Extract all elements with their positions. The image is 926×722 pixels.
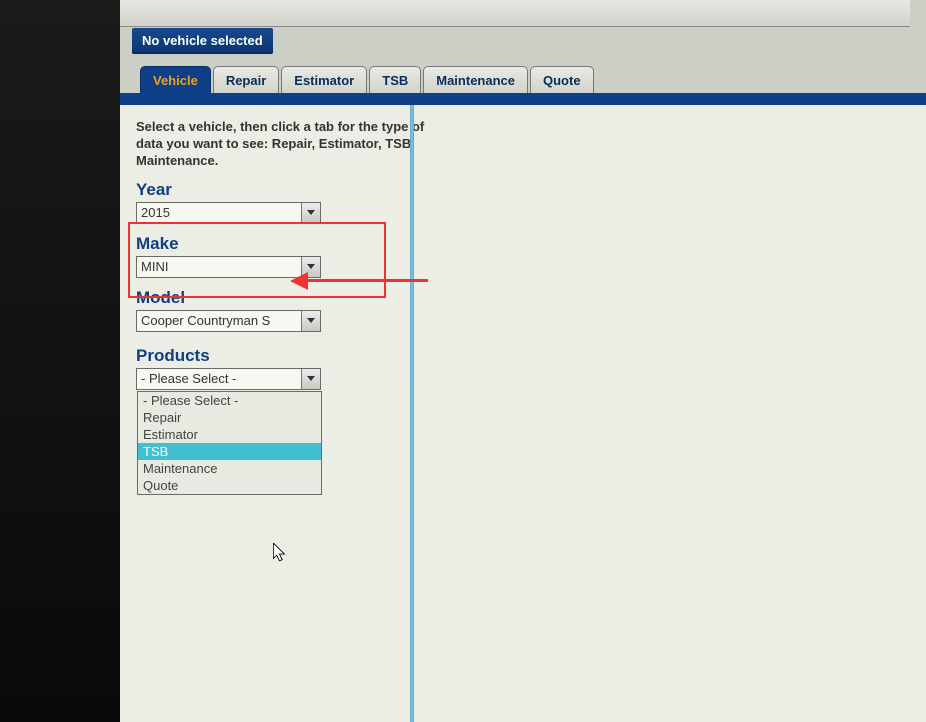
model-label: Model [136,288,426,308]
content: Select a vehicle, then click a tab for t… [120,105,926,722]
products-value: - Please Select - [137,371,301,386]
vehicle-selector-panel: Select a vehicle, then click a tab for t… [120,105,442,722]
main-tabs: Vehicle Repair Estimator TSB Maintenance… [140,60,594,94]
make-group: Make MINI [136,234,426,278]
chevron-down-icon [301,257,320,277]
instructions-text: Select a vehicle, then click a tab for t… [136,119,426,170]
chevron-down-icon [301,311,320,331]
products-option[interactable]: Maintenance [138,460,321,477]
products-option[interactable]: - Please Select - [138,392,321,409]
tab-tsb[interactable]: TSB [369,66,421,94]
make-value: MINI [137,259,301,274]
year-select[interactable]: 2015 [136,202,321,224]
pane-divider[interactable] [410,105,414,722]
model-group: Model Cooper Countryman S [136,288,426,332]
products-select[interactable]: - Please Select - - Please Select - Repa… [136,368,321,390]
make-label: Make [136,234,426,254]
products-option[interactable]: Estimator [138,426,321,443]
year-group: Year 2015 [136,180,426,224]
tab-estimator[interactable]: Estimator [281,66,367,94]
year-value: 2015 [137,205,301,220]
toolbar [120,0,910,27]
tab-quote[interactable]: Quote [530,66,594,94]
tab-maintenance[interactable]: Maintenance [423,66,528,94]
chevron-down-icon [301,203,320,223]
products-dropdown[interactable]: - Please Select - Repair Estimator TSB M… [137,391,322,495]
products-group: Products - Please Select - - Please Sele… [136,346,426,390]
vehicle-status: No vehicle selected [132,28,273,54]
photo-edge [0,0,120,722]
products-option[interactable]: Repair [138,409,321,426]
tab-underbar [120,93,926,105]
model-value: Cooper Countryman S [137,313,301,328]
products-option[interactable]: Quote [138,477,321,494]
tab-vehicle[interactable]: Vehicle [140,66,211,94]
model-select[interactable]: Cooper Countryman S [136,310,321,332]
products-option[interactable]: TSB [138,443,321,460]
app-frame: No vehicle selected Vehicle Repair Estim… [0,0,926,722]
year-label: Year [136,180,426,200]
tab-repair[interactable]: Repair [213,66,279,94]
make-select[interactable]: MINI [136,256,321,278]
chevron-down-icon [301,369,320,389]
products-label: Products [136,346,426,366]
